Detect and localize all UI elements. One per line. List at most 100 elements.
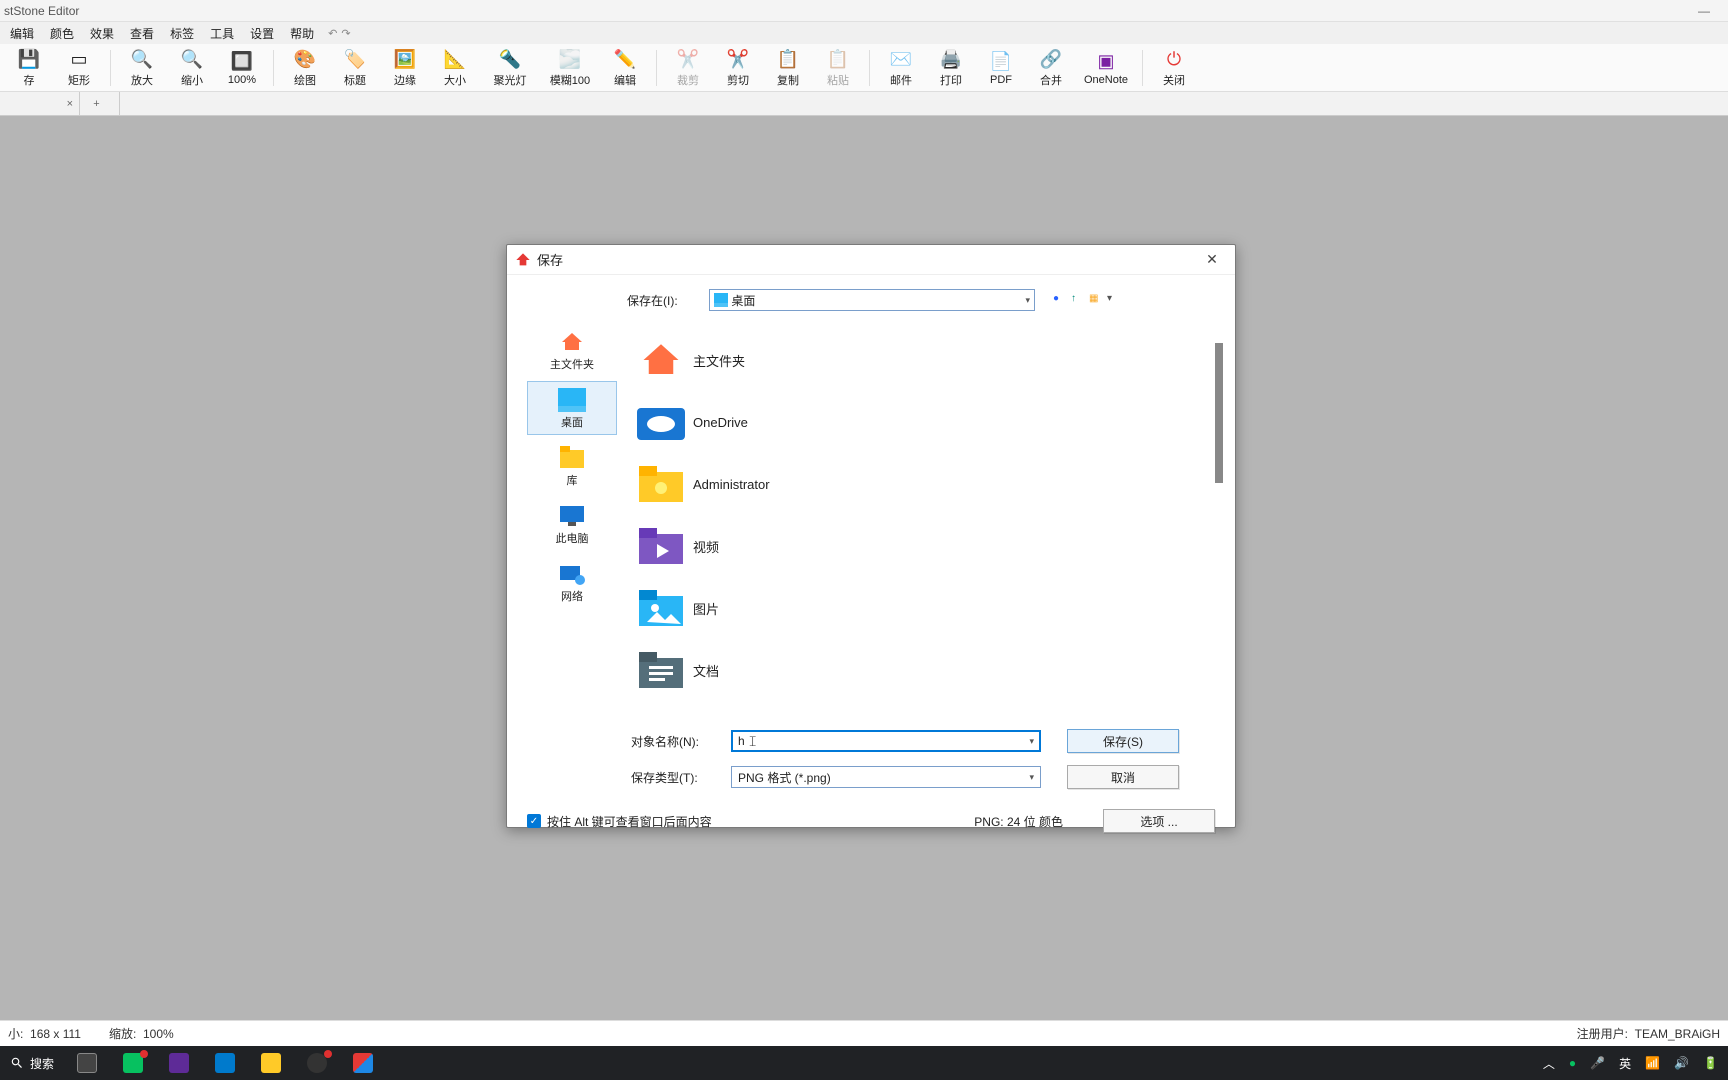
tray-chevron-icon[interactable]: ︿: [1543, 1055, 1555, 1072]
pictures-folder-icon: [633, 584, 689, 632]
edge-button[interactable]: 🖼️边缘: [380, 45, 430, 91]
tray-wechat-icon[interactable]: ●: [1569, 1056, 1576, 1070]
nav-view-icon[interactable]: ▾: [1107, 293, 1121, 307]
user-folder-icon: [633, 460, 689, 508]
menu-color[interactable]: 颜色: [42, 23, 82, 44]
toolbar: 💾存 ▭矩形 🔍放大 🔍缩小 🔲100% 🎨绘图 🏷️标题 🖼️边缘 📐大小 🔦…: [0, 44, 1728, 92]
desktop-place-icon: [556, 386, 588, 414]
actual-size-icon: 🔲: [231, 50, 253, 74]
minimize-button[interactable]: —: [1684, 4, 1724, 18]
tab-close[interactable]: ×: [0, 92, 80, 115]
zoom-out-button[interactable]: 🔍缩小: [167, 45, 217, 91]
nav-back-icon[interactable]: ●: [1053, 293, 1067, 307]
save-confirm-button[interactable]: 保存(S): [1067, 729, 1179, 753]
app-title: stStone Editor: [4, 4, 79, 18]
file-list-area: 主文件夹 OneDrive Administrator 视频 图片: [629, 323, 1215, 719]
onenote-button[interactable]: ▣OneNote: [1076, 45, 1136, 91]
menu-tools[interactable]: 工具: [202, 23, 242, 44]
paste-button[interactable]: 📋粘贴: [813, 45, 863, 91]
filetype-combo[interactable]: PNG 格式 (*.png) ▾: [731, 766, 1041, 788]
user-value: TEAM_BRAiGH: [1635, 1027, 1720, 1041]
nav-new-folder-icon[interactable]: ▦: [1089, 293, 1103, 307]
tray-wifi-icon[interactable]: 📶: [1645, 1056, 1660, 1070]
vscode-icon[interactable]: [202, 1046, 248, 1080]
nav-up-icon[interactable]: ↑: [1071, 293, 1085, 307]
palette-icon: 🎨: [294, 48, 316, 72]
cut-icon: ✂️: [727, 48, 749, 72]
jetbrains-icon[interactable]: [156, 1046, 202, 1080]
network-icon: [556, 560, 588, 588]
file-item-pictures[interactable]: 图片: [633, 577, 1211, 639]
tray-ime[interactable]: 英: [1619, 1055, 1631, 1072]
place-network[interactable]: 网络: [527, 555, 617, 609]
file-item-user[interactable]: Administrator: [633, 453, 1211, 515]
tray-mic-icon[interactable]: 🎤: [1590, 1056, 1605, 1070]
file-item-home[interactable]: 主文件夹: [633, 329, 1211, 391]
copy-button[interactable]: 📋复制: [763, 45, 813, 91]
menu-settings[interactable]: 设置: [242, 23, 282, 44]
rect-button[interactable]: ▭矩形: [54, 45, 104, 91]
cancel-button[interactable]: 取消: [1067, 765, 1179, 789]
dialog-titlebar: 保存 ✕: [507, 245, 1235, 275]
paste-icon: 📋: [827, 48, 849, 72]
pdf-button[interactable]: 📄PDF: [976, 45, 1026, 91]
cut-button[interactable]: ✂️剪切: [713, 45, 763, 91]
app-icon[interactable]: [294, 1046, 340, 1080]
dialog-close-button[interactable]: ✕: [1197, 251, 1227, 268]
place-thispc[interactable]: 此电脑: [527, 497, 617, 551]
menu-view[interactable]: 查看: [122, 23, 162, 44]
place-desktop[interactable]: 桌面: [527, 381, 617, 435]
filename-input[interactable]: h 𝙸 ▾: [731, 730, 1041, 752]
edit-icon: ✏️: [614, 48, 636, 72]
computer-icon: [556, 502, 588, 530]
file-item-onedrive[interactable]: OneDrive: [633, 391, 1211, 453]
file-item-documents[interactable]: 文档: [633, 639, 1211, 701]
onedrive-icon: [633, 398, 689, 446]
tray-battery-icon[interactable]: 🔋: [1703, 1056, 1718, 1070]
text-cursor-icon: 𝙸: [747, 733, 759, 750]
crop-icon: ✂️: [677, 48, 699, 72]
resize-button[interactable]: 📐大小: [430, 45, 480, 91]
places-bar: 主文件夹 桌面 库 此电脑 网络: [527, 323, 617, 719]
zoom-in-button[interactable]: 🔍放大: [117, 45, 167, 91]
faststone-icon[interactable]: [340, 1046, 386, 1080]
taskview-icon[interactable]: [64, 1046, 110, 1080]
filename-label: 对象名称(N):: [631, 733, 731, 750]
menu-effect[interactable]: 效果: [82, 23, 122, 44]
resize-icon: 📐: [444, 48, 466, 72]
menu-edit[interactable]: 编辑: [2, 23, 42, 44]
file-item-video[interactable]: 视频: [633, 515, 1211, 577]
tray-volume-icon[interactable]: 🔊: [1674, 1056, 1689, 1070]
scrollbar-thumb[interactable]: [1215, 343, 1223, 483]
menu-help[interactable]: 帮助: [282, 23, 322, 44]
zoom-100-button[interactable]: 🔲100%: [217, 45, 267, 91]
tab-add[interactable]: +: [80, 92, 120, 115]
options-button[interactable]: 选项 ...: [1103, 809, 1215, 833]
crop-button[interactable]: ✂️裁剪: [663, 45, 713, 91]
blur-button[interactable]: 🌫️模糊100: [540, 45, 600, 91]
edit-button[interactable]: ✏️编辑: [600, 45, 650, 91]
wechat-icon[interactable]: [110, 1046, 156, 1080]
zoom-label: 缩放:: [109, 1027, 136, 1041]
caption-button[interactable]: 🏷️标题: [330, 45, 380, 91]
taskbar-search[interactable]: 搜索: [0, 1055, 64, 1072]
mail-button[interactable]: ✉️邮件: [876, 45, 926, 91]
undo-icon[interactable]: ↶: [328, 27, 337, 40]
print-icon: 🖨️: [940, 48, 962, 72]
explorer-icon[interactable]: [248, 1046, 294, 1080]
merge-button[interactable]: 🔗合并: [1026, 45, 1076, 91]
place-home[interactable]: 主文件夹: [527, 323, 617, 377]
redo-icon[interactable]: ↷: [341, 27, 350, 40]
place-library[interactable]: 库: [527, 439, 617, 493]
chevron-down-icon: ▾: [1025, 295, 1030, 306]
dialog-title: 保存: [537, 250, 563, 269]
menu-tags[interactable]: 标签: [162, 23, 202, 44]
chevron-down-icon: ▾: [1029, 772, 1034, 783]
spotlight-button[interactable]: 🔦聚光灯: [480, 45, 540, 91]
print-button[interactable]: 🖨️打印: [926, 45, 976, 91]
save-button[interactable]: 💾存: [4, 45, 54, 91]
close-button[interactable]: ⏻关闭: [1149, 45, 1199, 91]
draw-button[interactable]: 🎨绘图: [280, 45, 330, 91]
location-combo[interactable]: 桌面 ▾: [709, 289, 1035, 311]
alt-preview-checkbox[interactable]: ✓: [527, 814, 541, 828]
